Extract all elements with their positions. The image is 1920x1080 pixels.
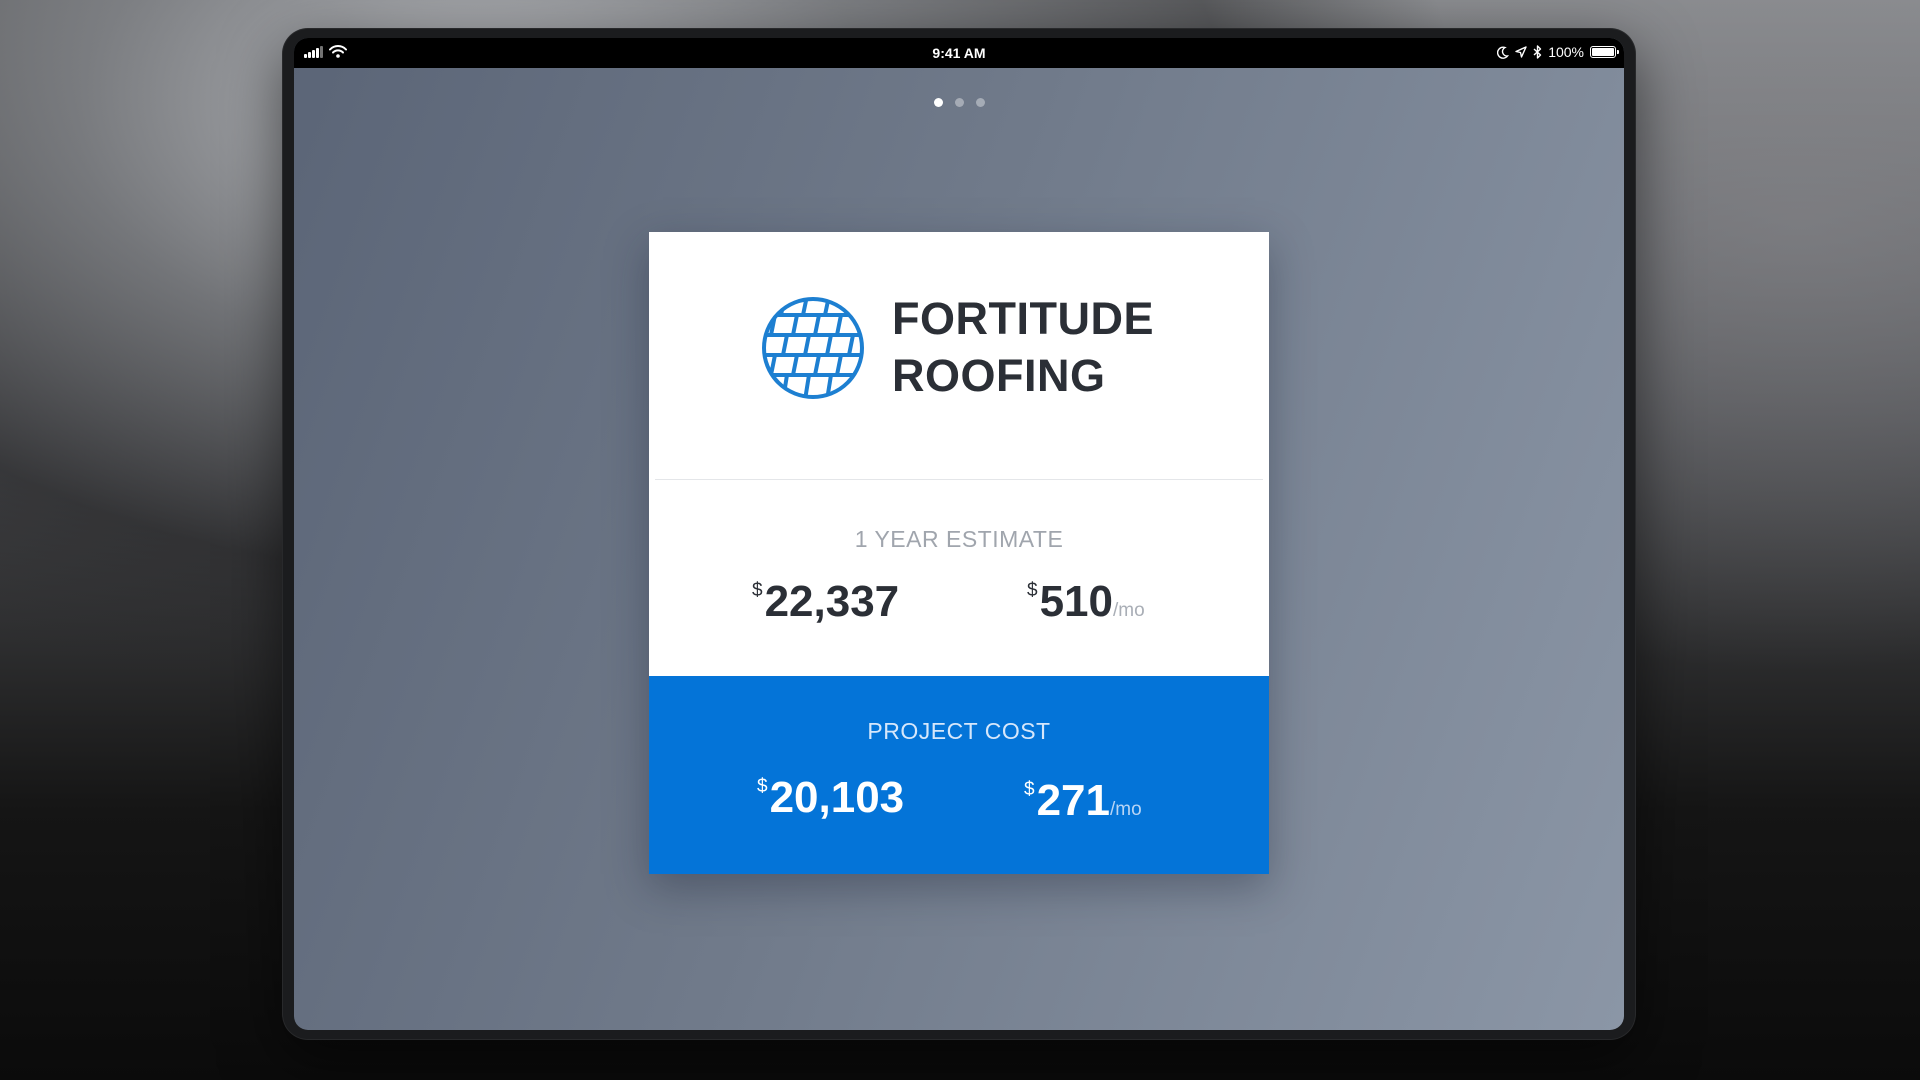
bluetooth-icon (1533, 45, 1542, 59)
battery-icon (1590, 46, 1619, 58)
estimate-total-price: $22,337 (752, 578, 899, 626)
project-total-price: $20,103 (757, 774, 904, 822)
battery-fill (1592, 48, 1614, 56)
company-name-line2: ROOFING (892, 350, 1106, 401)
roof-tiles-globe-icon (762, 297, 864, 399)
estimate-card: FORTITUDE ROOFING 1 YEAR ESTIMATE $22,33… (649, 232, 1269, 874)
project-cost-section: PROJECT COST $20,103 $271/mo (649, 676, 1269, 874)
project-cost-label: PROJECT COST (867, 718, 1051, 744)
estimate-monthly-price: $510/mo (1027, 578, 1145, 626)
location-icon (1515, 46, 1527, 58)
estimate-label: 1 YEAR ESTIMATE (854, 526, 1064, 552)
tablet-screen: 9:41 AM 100% FORTITUDE ROOFING 1 YEAR ES… (294, 38, 1624, 1030)
page-dot[interactable] (954, 98, 964, 107)
currency-symbol: $ (752, 580, 763, 601)
currency-symbol: $ (1024, 779, 1035, 800)
currency-symbol: $ (757, 776, 768, 797)
moon-icon (1497, 45, 1510, 59)
company-name: FORTITUDE ROOFING (892, 290, 1154, 404)
project-monthly-price: $271/mo (1024, 777, 1142, 825)
one-year-estimate-section: 1 YEAR ESTIMATE $22,337 $510/mo (649, 480, 1269, 676)
estimate-monthly-amount: 510 (1039, 577, 1113, 626)
tablet-device: 9:41 AM 100% FORTITUDE ROOFING 1 YEAR ES… (282, 28, 1636, 1040)
company-name-line1: FORTITUDE (892, 293, 1154, 344)
status-bar: 9:41 AM 100% (294, 38, 1624, 68)
page-dot[interactable] (933, 98, 943, 107)
estimate-total-amount: 22,337 (764, 577, 900, 626)
page-dot[interactable] (975, 98, 985, 107)
per-month-unit: /mo (1113, 600, 1145, 621)
battery-percentage: 100% (1548, 44, 1584, 60)
page-indicator[interactable] (294, 98, 1624, 107)
company-header: FORTITUDE ROOFING (649, 232, 1269, 479)
status-right: 100% (1497, 44, 1619, 60)
project-monthly-amount: 271 (1036, 776, 1110, 825)
project-total-amount: 20,103 (769, 773, 905, 822)
per-month-unit: /mo (1110, 799, 1142, 820)
currency-symbol: $ (1027, 580, 1038, 601)
status-time: 9:41 AM (932, 45, 986, 61)
